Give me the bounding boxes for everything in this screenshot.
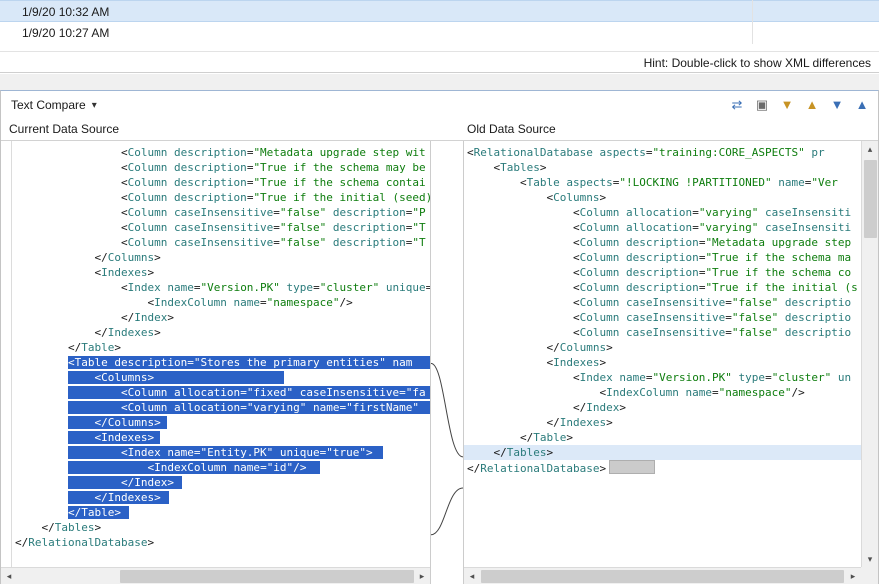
code-line[interactable]: </Index> (15, 475, 430, 490)
scroll-down-icon[interactable]: ▾ (862, 551, 878, 567)
history-row[interactable]: 1/9/20 10:32 AM (0, 0, 879, 22)
code-line[interactable]: <Indexes> (15, 265, 430, 280)
code-line[interactable]: </Tables> (464, 445, 861, 460)
code-line[interactable]: <IndexColumn name="namespace"/> (15, 295, 430, 310)
left-pane-title: Current Data Source (1, 119, 431, 140)
text-compare-label: Text Compare (11, 98, 86, 112)
code-line[interactable]: </Indexes> (467, 415, 861, 430)
code-line[interactable]: <Index name="Version.PK" type="cluster" … (15, 280, 430, 295)
text-compare-dropdown[interactable]: Text Compare ▾ (1, 96, 105, 114)
code-line[interactable]: </Indexes> (15, 325, 430, 340)
code-line[interactable]: <Index name="Version.PK" type="cluster" … (467, 370, 861, 385)
pane-headers: Current Data Source Old Data Source (1, 119, 878, 141)
code-line[interactable]: <Indexes> (467, 355, 861, 370)
code-line[interactable]: <Column description="True if the initial… (15, 190, 430, 205)
code-line[interactable]: <Tables> (467, 160, 861, 175)
diff-connector-lines (431, 141, 463, 567)
hint-bar: Hint: Double-click to show XML differenc… (0, 51, 879, 73)
scrollbar-corner (861, 567, 878, 584)
code-line[interactable]: <Column description="True if the initial… (467, 280, 861, 295)
diff-connector-gutter (431, 141, 463, 567)
history-row[interactable]: 1/9/20 10:27 AM (0, 22, 879, 44)
code-line[interactable]: <Column allocation="varying" caseInsensi… (467, 205, 861, 220)
right-hscroll-thumb[interactable] (481, 570, 844, 583)
scroll-left-icon[interactable]: ◂ (1, 568, 17, 584)
code-line[interactable]: <Column description="True if the schema … (15, 175, 430, 190)
next-difference-icon[interactable]: ▼ (777, 95, 797, 115)
code-line[interactable]: </RelationalDatabase> (15, 535, 430, 550)
current-data-source-pane: <Column description="Metadata upgrade st… (1, 141, 431, 584)
history-list: 1/9/20 10:32 AM1/9/20 10:27 AM (0, 0, 879, 44)
text-compare-section: Text Compare ▾ ⇄▣▼▲▼▲ Current Data Sourc… (0, 90, 879, 584)
code-line[interactable]: <Column caseInsensitive="false" descript… (15, 235, 430, 250)
code-line[interactable]: </Index> (467, 400, 861, 415)
right-horizontal-scrollbar[interactable]: ◂ ▸ (464, 567, 861, 584)
code-line[interactable]: </Tables> (15, 520, 430, 535)
right-code-editor[interactable]: <RelationalDatabase aspects="training:CO… (464, 141, 861, 567)
code-line[interactable]: <RelationalDatabase aspects="training:CO… (467, 145, 861, 160)
code-line[interactable]: </RelationalDatabase> (467, 460, 861, 475)
scroll-up-icon[interactable]: ▴ (862, 141, 878, 157)
code-line[interactable]: <Column caseInsensitive="false" descript… (467, 310, 861, 325)
code-line[interactable]: </Table> (15, 505, 430, 520)
code-line[interactable]: </Columns> (15, 250, 430, 265)
scroll-right-icon[interactable]: ▸ (414, 568, 430, 584)
pane-header-gap (431, 119, 463, 140)
code-line[interactable]: <Column caseInsensitive="false" descript… (467, 295, 861, 310)
code-line[interactable]: </Table> (15, 340, 430, 355)
history-column-divider (752, 0, 753, 44)
code-line[interactable]: <Column caseInsensitive="false" descript… (15, 220, 430, 235)
scroll-right-icon[interactable]: ▸ (845, 568, 861, 584)
code-line[interactable]: </Columns> (15, 415, 430, 430)
compare-toolbar: Text Compare ▾ ⇄▣▼▲▼▲ (1, 91, 878, 120)
left-horizontal-scrollbar[interactable]: ◂ ▸ (1, 567, 430, 584)
code-line[interactable]: <Indexes> (15, 430, 430, 445)
compare-toolbar-icons: ⇄▣▼▲▼▲ (727, 95, 872, 115)
code-line[interactable]: <Columns> (467, 190, 861, 205)
code-line[interactable]: <IndexColumn name="namespace"/> (467, 385, 861, 400)
left-code-editor[interactable]: <Column description="Metadata upgrade st… (1, 141, 430, 567)
next-change-icon[interactable]: ▼ (827, 95, 847, 115)
old-data-source-pane: <RelationalDatabase aspects="training:CO… (463, 141, 878, 584)
section-divider (0, 74, 879, 90)
code-line[interactable]: <Column caseInsensitive="false" descript… (15, 205, 430, 220)
right-vertical-scrollbar[interactable]: ▴ ▾ (861, 141, 878, 567)
code-line[interactable]: <Column allocation="varying" name="first… (15, 400, 430, 415)
code-line[interactable]: <Table aspects="!LOCKING !PARTITIONED" n… (467, 175, 861, 190)
compare-panes: <Column description="Metadata upgrade st… (1, 141, 878, 584)
code-line[interactable]: <Columns> (15, 370, 430, 385)
left-hscroll-thumb[interactable] (120, 570, 414, 583)
scroll-left-icon[interactable]: ◂ (464, 568, 480, 584)
code-line[interactable]: <Column description="Metadata upgrade st… (467, 235, 861, 250)
code-line[interactable]: <Column description="True if the schema … (467, 265, 861, 280)
code-line[interactable]: <IndexColumn name="id"/> (15, 460, 430, 475)
code-line[interactable]: </Columns> (467, 340, 861, 355)
code-line[interactable]: <Column allocation="fixed" caseInsensiti… (15, 385, 430, 400)
hint-text: Hint: Double-click to show XML differenc… (644, 56, 871, 70)
code-line[interactable]: </Table> (467, 430, 861, 445)
code-line[interactable]: <Column description="Metadata upgrade st… (15, 145, 430, 160)
swap-left-right-icon[interactable]: ⇄ (727, 95, 747, 115)
code-line[interactable]: <Table description="Stores the primary e… (15, 355, 430, 370)
previous-difference-icon[interactable]: ▲ (802, 95, 822, 115)
code-line[interactable]: </Index> (15, 310, 430, 325)
copy-all-left-to-right-icon[interactable]: ▣ (752, 95, 772, 115)
right-vscroll-thumb[interactable] (864, 160, 877, 238)
right-pane-title: Old Data Source (463, 119, 878, 140)
previous-change-icon[interactable]: ▲ (852, 95, 872, 115)
chevron-down-icon: ▾ (92, 100, 97, 111)
code-line[interactable]: <Column description="True if the schema … (15, 160, 430, 175)
insertion-point-marker (609, 460, 655, 474)
code-line[interactable]: <Column caseInsensitive="false" descript… (467, 325, 861, 340)
code-line[interactable]: <Column allocation="varying" caseInsensi… (467, 220, 861, 235)
code-line[interactable]: <Index name="Entity.PK" unique="true"> (15, 445, 430, 460)
code-line[interactable]: </Indexes> (15, 490, 430, 505)
code-line[interactable]: <Column description="True if the schema … (467, 250, 861, 265)
compare-editor-window: 1/9/20 10:32 AM1/9/20 10:27 AM Hint: Dou… (0, 0, 879, 584)
